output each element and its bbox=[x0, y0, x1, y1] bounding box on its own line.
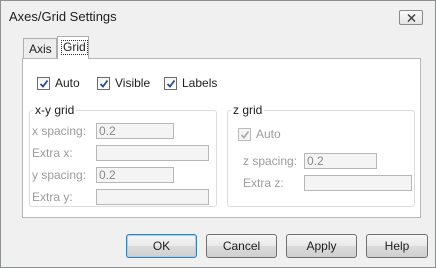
z-auto-label: Auto bbox=[256, 127, 281, 141]
x-spacing-field[interactable]: 0.2 bbox=[96, 123, 174, 139]
close-button[interactable] bbox=[399, 10, 423, 25]
z-spacing-field[interactable]: 0.2 bbox=[304, 153, 377, 169]
cancel-button[interactable]: Cancel bbox=[206, 234, 277, 258]
labels-checkbox[interactable] bbox=[164, 77, 177, 90]
tab-grid[interactable]: Grid bbox=[57, 36, 89, 59]
y-spacing-field[interactable]: 0.2 bbox=[96, 167, 174, 183]
auto-label: Auto bbox=[55, 76, 80, 90]
checkmark-icon bbox=[39, 79, 49, 88]
visible-checkbox[interactable] bbox=[97, 77, 110, 90]
tab-axis-label: Axis bbox=[29, 42, 52, 56]
tab-grid-label: Grid bbox=[61, 40, 88, 55]
extra-y-label: Extra y: bbox=[32, 190, 73, 204]
extra-x-field[interactable] bbox=[96, 145, 209, 161]
extra-z-field[interactable] bbox=[304, 175, 412, 191]
tab-axis[interactable]: Axis bbox=[23, 38, 57, 58]
help-button[interactable]: Help bbox=[366, 234, 428, 258]
z-grid-title: z grid bbox=[231, 103, 265, 117]
extra-x-label: Extra x: bbox=[32, 146, 73, 160]
extra-y-field[interactable] bbox=[96, 189, 209, 205]
x-spacing-label: x spacing: bbox=[32, 124, 87, 138]
xy-grid-title: x-y grid bbox=[33, 103, 77, 117]
checkmark-icon bbox=[240, 131, 250, 139]
extra-z-label: Extra z: bbox=[243, 176, 284, 190]
grid-tab-panel: Auto Visible Labels x-y grid x spacing: … bbox=[22, 58, 421, 218]
checkmark-icon bbox=[166, 79, 176, 88]
z-spacing-label: z spacing: bbox=[243, 154, 298, 168]
title-bar: Axes/Grid Settings bbox=[1, 1, 435, 31]
apply-button[interactable]: Apply bbox=[286, 234, 357, 258]
axes-grid-settings-dialog: Axes/Grid Settings Axis Grid Auto Visibl… bbox=[0, 0, 436, 268]
auto-checkbox[interactable] bbox=[37, 77, 50, 90]
close-icon bbox=[407, 14, 416, 22]
labels-label: Labels bbox=[182, 76, 218, 90]
y-spacing-label: y spacing: bbox=[32, 168, 87, 182]
visible-label: Visible bbox=[115, 76, 151, 90]
z-auto-checkbox[interactable] bbox=[238, 128, 251, 141]
ok-button[interactable]: OK bbox=[126, 234, 197, 258]
window-title: Axes/Grid Settings bbox=[9, 9, 117, 24]
checkmark-icon bbox=[99, 79, 109, 88]
